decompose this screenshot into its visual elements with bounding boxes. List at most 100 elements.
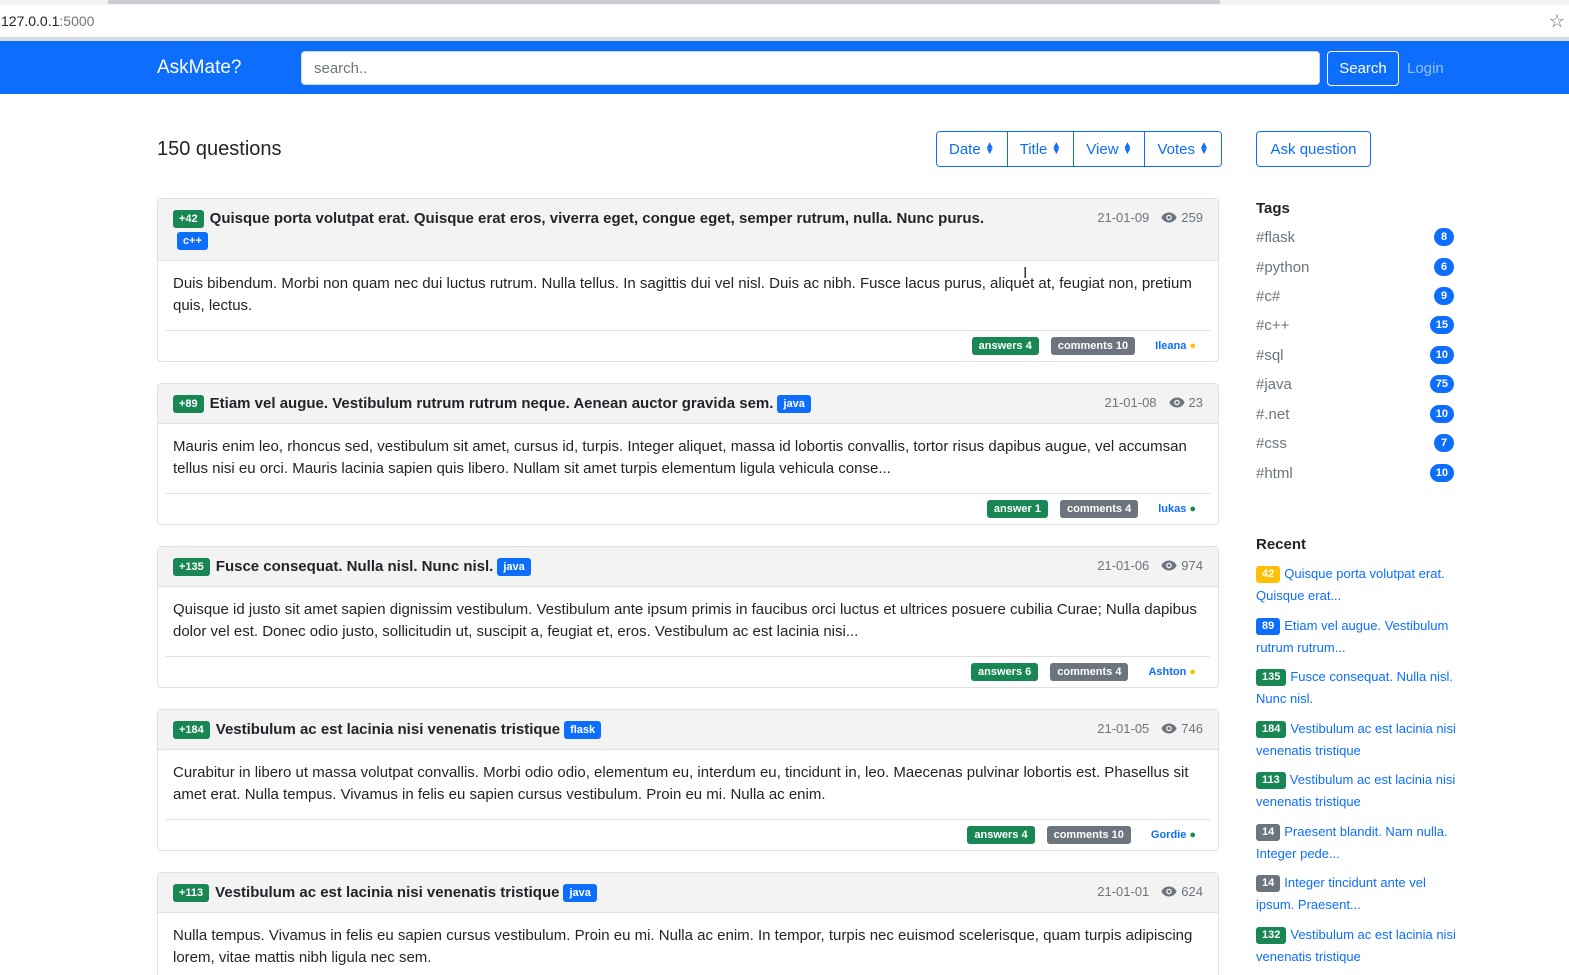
question-title[interactable]: +184 Vestibulum ac est lacinia nisi venen…: [173, 719, 1013, 741]
comments-badge: comments 4: [1050, 663, 1129, 681]
tag-item-cpp[interactable]: #c++ 15: [1256, 315, 1454, 335]
answers-badge: answers 4: [967, 826, 1035, 844]
tag-item-dotnet[interactable]: #.net 10: [1256, 404, 1454, 424]
tag-count-badge: 75: [1429, 375, 1454, 393]
recent-vote-badge: 135: [1256, 669, 1287, 686]
comments-badge: comments 10: [1050, 337, 1136, 355]
question-body: Mauris enim leo, rhoncus sed, vestibulum…: [173, 438, 1187, 477]
url-text[interactable]: 127.0.0.1:5000: [0, 13, 94, 29]
tag-item-csharp[interactable]: #c# 9: [1256, 286, 1454, 306]
author-link[interactable]: Gordie ●: [1151, 829, 1196, 841]
question-date: 21-01-05: [1097, 721, 1150, 736]
status-dot-icon: ●: [1189, 503, 1196, 515]
question-title[interactable]: +89 Etiam vel augue. Vestibulum rutrum ru…: [173, 393, 1073, 415]
question-count: 150 questions: [157, 138, 282, 160]
question-meta: 21-01-08 23: [1104, 395, 1203, 410]
sort-icon: ▲ ▼: [1122, 140, 1133, 157]
question-header: +89 Etiam vel augue. Vestibulum rutrum ru…: [158, 384, 1218, 424]
recent-item[interactable]: 14 Praesent blandit. Nam nulla. Integer p…: [1256, 821, 1456, 865]
tag-badge[interactable]: java: [497, 558, 531, 576]
question-card: +113 Vestibulum ac est lacinia nisi venen…: [157, 872, 1219, 975]
search-button[interactable]: Search: [1327, 51, 1399, 86]
vote-badge: +89: [173, 395, 204, 413]
question-meta: 21-01-05 746: [1097, 721, 1203, 736]
recent-item[interactable]: 135 Fusce consequat. Nulla nisl. Nunc nis…: [1256, 666, 1456, 710]
recent-item[interactable]: 113 Vestibulum ac est lacinia nisi venena…: [1256, 769, 1456, 813]
sort-view-button[interactable]: View ▲ ▼: [1074, 132, 1146, 166]
question-title[interactable]: +113 Vestibulum ac est lacinia nisi venen…: [173, 882, 1013, 904]
question-date: 21-01-08: [1104, 395, 1157, 410]
eye-icon: [1161, 886, 1177, 897]
login-link[interactable]: Login: [1407, 60, 1444, 77]
question-title[interactable]: +42 Quisque porta volutpat erat. Quisque …: [173, 208, 1013, 252]
question-body: Quisque id justo sit amet sapien digniss…: [173, 601, 1197, 640]
recent-vote-badge: 184: [1256, 721, 1287, 738]
tag-count-badge: 6: [1434, 258, 1454, 276]
question-header: +184 Vestibulum ac est lacinia nisi venen…: [158, 710, 1218, 750]
tag-item-css[interactable]: #css 7: [1256, 433, 1454, 453]
status-dot-icon: ●: [1189, 829, 1196, 841]
sort-date-button[interactable]: Date ▲ ▼: [937, 132, 1008, 166]
question-body: Duis bibendum. Morbi non quam nec dui lu…: [173, 275, 1192, 314]
comments-badge: comments 4: [1060, 500, 1139, 518]
recent-vote-badge: 14: [1256, 824, 1281, 841]
browser-tab-strip: [108, 0, 1220, 4]
sort-title-button[interactable]: Title ▲ ▼: [1007, 132, 1075, 166]
recent-item[interactable]: 14 Integer tincidunt ante vel ipsum. Prae…: [1256, 872, 1456, 916]
recent-vote-badge: 89: [1256, 618, 1281, 635]
author-link[interactable]: Ashton ●: [1148, 666, 1196, 678]
bookmark-star-icon[interactable]: ☆: [1549, 11, 1565, 32]
view-count: 259: [1181, 210, 1203, 225]
recent-heading: Recent: [1256, 536, 1307, 553]
brand-logo[interactable]: AskMate?: [157, 57, 241, 79]
question-footer: answers 6 comments 4 Ashton ●: [166, 656, 1210, 687]
answers-badge: answers 6: [971, 663, 1039, 681]
tag-item-python[interactable]: #python 6: [1256, 257, 1454, 277]
tag-item-sql[interactable]: #sql 10: [1256, 345, 1454, 365]
eye-icon: [1161, 560, 1177, 571]
browser-url-bar[interactable]: 127.0.0.1:5000 ☆: [0, 5, 1569, 37]
recent-vote-badge: 42: [1256, 566, 1281, 583]
navbar: AskMate? Search Login: [0, 41, 1569, 94]
tag-badge[interactable]: java: [777, 395, 811, 413]
recent-vote-badge: 132: [1256, 927, 1287, 944]
question-footer: answers 4 comments 10 Gordie ●: [166, 819, 1210, 850]
question-card: +42 Quisque porta volutpat erat. Quisque …: [157, 198, 1219, 362]
question-card: +89 Etiam vel augue. Vestibulum rutrum ru…: [157, 383, 1219, 525]
tag-count-badge: 15: [1429, 316, 1454, 334]
answers-badge: answers 4: [971, 337, 1039, 355]
tag-badge[interactable]: java: [563, 884, 597, 902]
search-input[interactable]: [301, 51, 1320, 85]
vote-badge: +184: [173, 721, 210, 739]
tag-item-flask[interactable]: #flask 8: [1256, 227, 1454, 247]
vote-badge: +42: [173, 210, 204, 228]
tag-badge[interactable]: c++: [177, 232, 208, 250]
view-count: 624: [1181, 884, 1203, 899]
recent-item[interactable]: 132 Vestibulum ac est lacinia nisi venena…: [1256, 924, 1456, 968]
question-date: 21-01-06: [1097, 558, 1150, 573]
ask-question-button[interactable]: Ask question: [1256, 131, 1371, 167]
question-date: 21-01-01: [1097, 884, 1150, 899]
question-meta: 21-01-01 624: [1097, 884, 1203, 899]
sort-icon: ▲ ▼: [1051, 140, 1062, 157]
question-meta: 21-01-09 259: [1097, 210, 1203, 225]
author-link[interactable]: Ileana ●: [1155, 340, 1196, 352]
recent-item[interactable]: 42 Quisque porta volutpat erat. Quisque e…: [1256, 563, 1456, 607]
sort-votes-button[interactable]: Votes ▲ ▼: [1145, 132, 1221, 166]
recent-vote-badge: 14: [1256, 875, 1281, 892]
vote-badge: +113: [173, 884, 210, 902]
status-dot-icon: ●: [1189, 340, 1196, 352]
recent-item[interactable]: 184 Vestibulum ac est lacinia nisi venena…: [1256, 718, 1456, 762]
view-count: 23: [1188, 395, 1203, 410]
text-cursor-icon: I: [1023, 265, 1028, 282]
tag-badge[interactable]: flask: [564, 721, 602, 739]
tag-count-badge: 10: [1429, 405, 1454, 423]
tag-item-java[interactable]: #java 75: [1256, 374, 1454, 394]
question-card: +135 Fusce consequat. Nulla nisl. Nunc ni…: [157, 546, 1219, 688]
question-title[interactable]: +135 Fusce consequat. Nulla nisl. Nunc ni…: [173, 556, 1013, 578]
recent-item[interactable]: 89 Etiam vel augue. Vestibulum rutrum rut…: [1256, 615, 1456, 659]
tag-item-html[interactable]: #html 10: [1256, 463, 1454, 483]
tag-count-badge: 9: [1434, 287, 1454, 305]
tag-count-badge: 10: [1429, 346, 1454, 364]
author-link[interactable]: lukas ●: [1158, 503, 1196, 515]
